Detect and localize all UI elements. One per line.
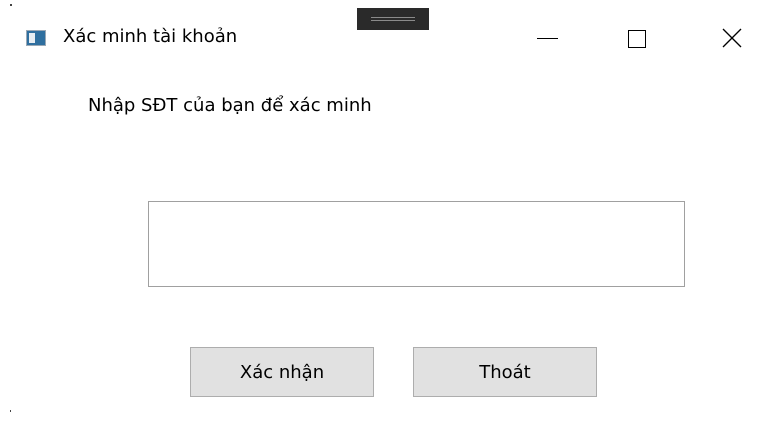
minimize-icon — [537, 38, 558, 39]
maximize-button[interactable] — [612, 14, 656, 58]
window-title: Xác minh tài khoản — [63, 26, 238, 47]
app-window-icon — [26, 30, 46, 46]
window-corner-mark-bottom — [10, 410, 11, 412]
drag-handle[interactable] — [357, 8, 429, 30]
confirm-button[interactable]: Xác nhận — [190, 347, 374, 397]
close-icon — [722, 28, 742, 48]
verify-account-window: Xác minh tài khoản Nhập SĐT của bạn để x… — [0, 0, 767, 427]
phone-prompt-label: Nhập SĐT của bạn để xác minh — [88, 95, 372, 116]
title-bar[interactable]: Xác minh tài khoản — [0, 0, 767, 80]
minimize-button[interactable] — [527, 14, 571, 58]
phone-number-input[interactable] — [148, 201, 685, 287]
maximize-icon — [628, 30, 646, 48]
exit-button[interactable]: Thoát — [413, 347, 597, 397]
close-button[interactable] — [710, 14, 754, 58]
